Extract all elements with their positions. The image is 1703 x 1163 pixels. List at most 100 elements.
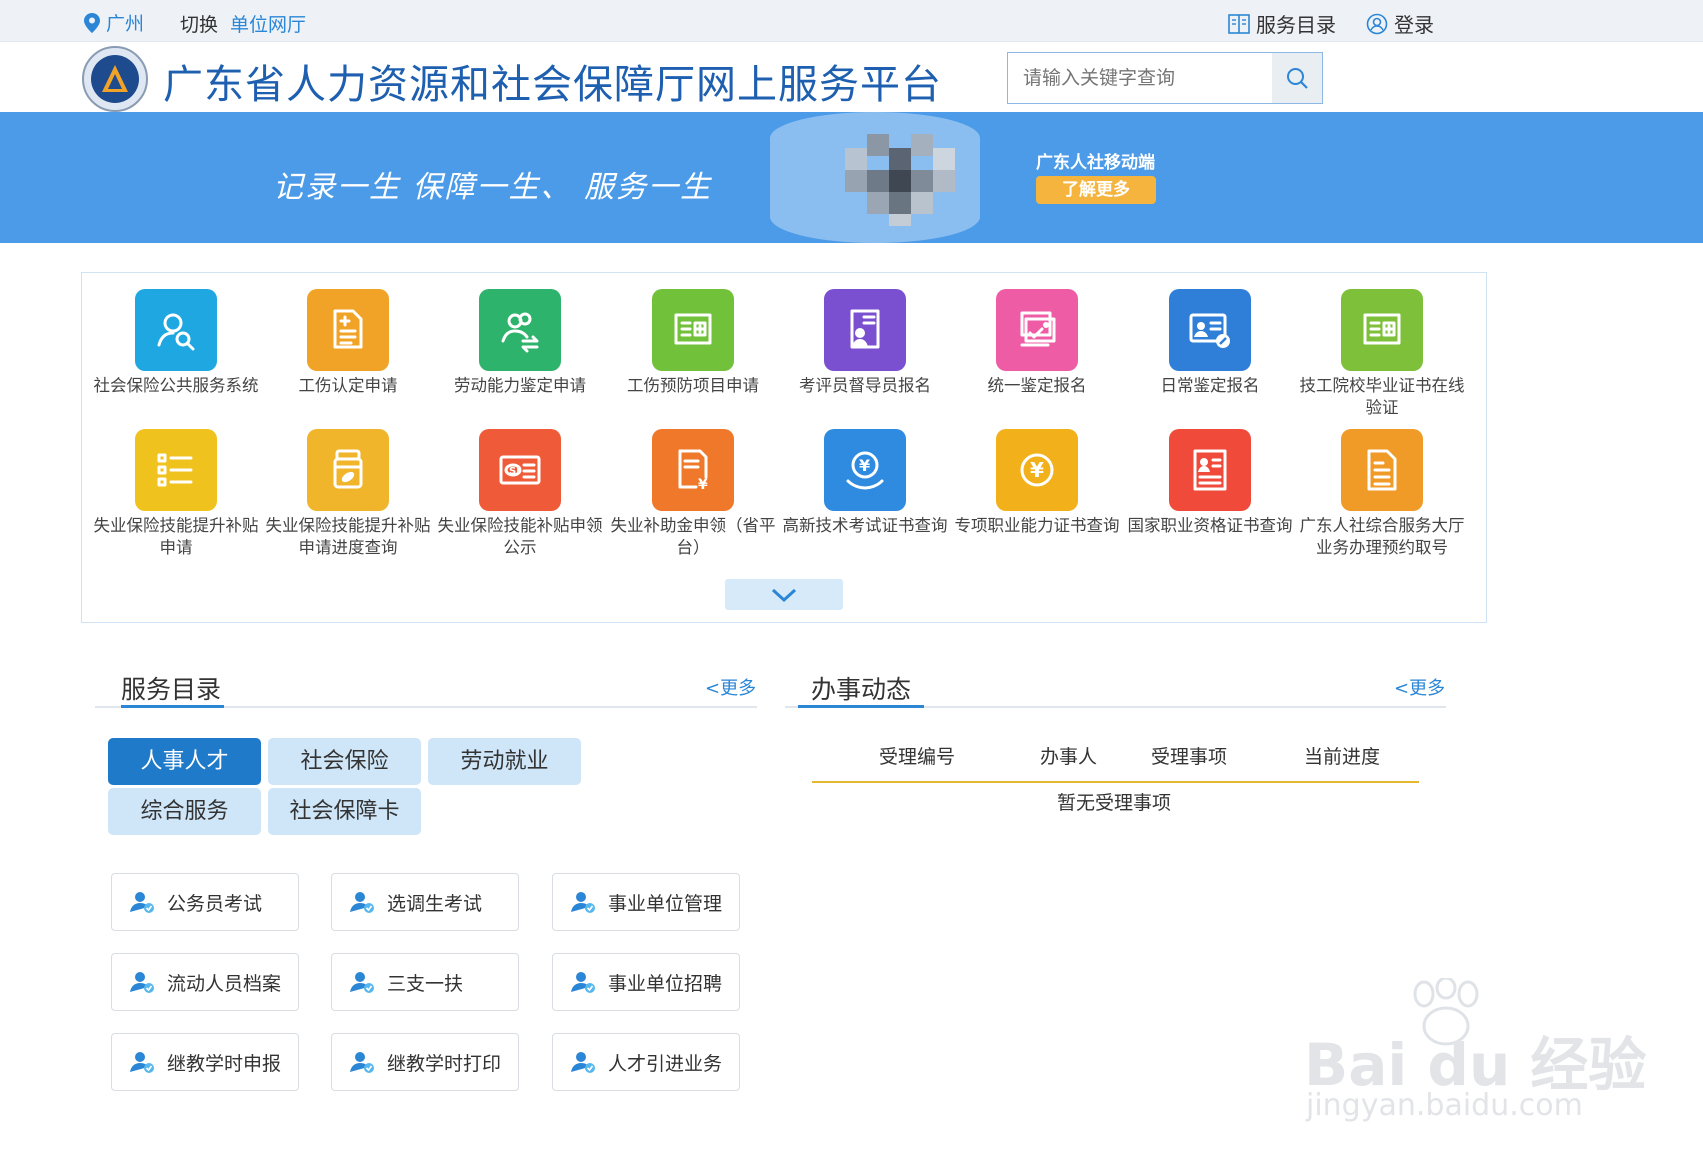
top-bar: 广州 切换 单位网厅 服务目录 登录 (0, 0, 1703, 42)
table-header-line (812, 781, 1419, 783)
expand-apps-button[interactable] (725, 579, 843, 610)
app-label: 失业补助金申领（省平台） (610, 516, 776, 557)
person-icon (130, 972, 154, 993)
app-label: 工伤预防项目申请 (627, 376, 759, 395)
service-item-button[interactable]: 选调生考试 (331, 873, 519, 931)
app-tile[interactable]: 劳动能力鉴定申请 (436, 289, 604, 397)
service-item-button[interactable]: 继教学时申报 (111, 1033, 299, 1091)
certificate-stack-icon (996, 289, 1078, 371)
service-item-button[interactable]: 人才引进业务 (552, 1033, 740, 1091)
switch-label: 切换 (180, 14, 219, 36)
document-lines-icon (1341, 429, 1423, 511)
column-header-applicant: 办事人 (1040, 746, 1098, 768)
service-directory-label: 服务目录 (1256, 13, 1336, 37)
dynamics-more-link[interactable]: <更多 (1394, 674, 1445, 700)
service-item-label: 三支一扶 (387, 972, 464, 995)
svg-text:¥: ¥ (1030, 458, 1044, 482)
app-tile[interactable]: 考评员督导员报名 (781, 289, 949, 397)
search-input[interactable] (1008, 53, 1272, 103)
dynamics-title: 办事动态 (811, 675, 912, 704)
site-title: 广东省人力资源和社会保障厅网上服务平台 (163, 62, 942, 108)
app-label: 工伤认定申请 (298, 376, 398, 395)
app-tile[interactable]: 工伤认定申请 (264, 289, 432, 397)
app-tile[interactable]: ¥ 高新技术考试证书查询 (781, 429, 949, 537)
app-label: 统一鉴定报名 (987, 376, 1087, 395)
svg-text:SI: SI (509, 466, 520, 477)
service-dir-more-link[interactable]: <更多 (705, 674, 756, 700)
location-selector[interactable]: 广州 (84, 9, 144, 36)
chevron-down-icon (771, 588, 797, 602)
yuan-circle-icon: ¥ (996, 429, 1078, 511)
svg-text:¥: ¥ (698, 477, 708, 493)
app-tile[interactable]: 失业保险技能提升补贴申请 (92, 429, 260, 559)
service-item-button[interactable]: 事业单位管理 (552, 873, 740, 931)
search-icon (1287, 68, 1308, 89)
service-item-label: 继教学时申报 (167, 1052, 282, 1075)
service-item-button[interactable]: 事业单位招聘 (552, 953, 740, 1011)
app-tile[interactable]: ¥ 专项职业能力证书查询 (953, 429, 1121, 537)
person-icon (130, 892, 154, 913)
app-tile[interactable]: 失业保险技能提升补贴申请进度查询 (264, 429, 432, 559)
app-label: 失业保险技能提升补贴申请进度查询 (265, 516, 431, 557)
page: 广州 切换 单位网厅 服务目录 登录 广东省人力资源和社会保障厅网上服务平台 记 (0, 0, 1703, 1163)
id-badge-icon (824, 289, 906, 371)
person-icon (350, 892, 374, 913)
directory-icon (1228, 13, 1250, 34)
app-label: 高新技术考试证书查询 (782, 516, 948, 535)
person-icon (130, 1052, 154, 1073)
search-box (1007, 52, 1323, 104)
service-item-label: 事业单位招聘 (608, 972, 723, 995)
banner-slogan: 记录一生 保障一生、 服务一生 (273, 170, 713, 205)
service-item-label: 公务员考试 (167, 892, 263, 915)
app-label: 失业保险技能提升补贴申请 (93, 516, 259, 557)
learn-more-button[interactable]: 了解更多 (1036, 176, 1156, 204)
service-dir-title: 服务目录 (121, 675, 222, 704)
search-button[interactable] (1272, 53, 1322, 103)
service-item-button[interactable]: 三支一扶 (331, 953, 519, 1011)
social-card-icon: SI (479, 429, 561, 511)
app-label: 考评员督导员报名 (799, 376, 931, 395)
service-item-button[interactable]: 公务员考试 (111, 873, 299, 931)
app-label: 日常鉴定报名 (1160, 376, 1260, 395)
app-tile[interactable]: 广东人社综合服务大厅业务办理预约取号 (1298, 429, 1466, 559)
column-header-number: 受理编号 (879, 746, 956, 768)
login-link[interactable]: 登录 (1366, 9, 1434, 38)
person-icon (571, 1052, 595, 1073)
dynamics-underline (798, 705, 924, 708)
tab-social-security-card[interactable]: 社会保障卡 (268, 788, 421, 835)
service-item-label: 人才引进业务 (608, 1052, 723, 1075)
unit-hall-link[interactable]: 单位网厅 (230, 10, 306, 37)
tab-general-services[interactable]: 综合服务 (108, 788, 261, 835)
id-card-edit-icon (1169, 289, 1251, 371)
tab-labor-employment[interactable]: 劳动就业 (428, 738, 581, 785)
app-tile[interactable]: 统一鉴定报名 (953, 289, 1121, 397)
yuan-hand-icon: ¥ (824, 429, 906, 511)
app-tile[interactable]: SI 失业保险技能补贴申领公示 (436, 429, 604, 559)
app-tile[interactable]: ¥ 失业补助金申领（省平台） (609, 429, 777, 559)
tab-personnel-talent[interactable]: 人事人才 (108, 738, 261, 785)
service-directory-link[interactable]: 服务目录 (1228, 9, 1336, 38)
checklist-icon (135, 429, 217, 511)
app-tile[interactable]: 国家职业资格证书查询 (1126, 429, 1294, 537)
site-header: 广东省人力资源和社会保障厅网上服务平台 (0, 42, 1703, 112)
pill-bottle-icon (307, 429, 389, 511)
empty-state-text: 暂无受理事项 (1057, 792, 1172, 814)
person-icon (350, 972, 374, 993)
app-tile[interactable]: 工伤预防项目申请 (609, 289, 777, 397)
service-item-button[interactable]: 流动人员档案 (111, 953, 299, 1011)
svg-text:¥: ¥ (859, 456, 870, 475)
app-tile[interactable]: 技工院校毕业证书在线验证 (1298, 289, 1466, 419)
user-search-icon (135, 289, 217, 371)
user-circle-icon (1366, 13, 1388, 34)
login-label: 登录 (1394, 13, 1434, 37)
users-transfer-icon (479, 289, 561, 371)
column-header-matter: 受理事项 (1151, 746, 1228, 768)
medical-list-icon (652, 289, 734, 371)
app-tile[interactable]: 社会保险公共服务系统 (92, 289, 260, 397)
tab-social-insurance[interactable]: 社会保险 (268, 738, 421, 785)
service-item-button[interactable]: 继教学时打印 (331, 1033, 519, 1091)
column-header-progress: 当前进度 (1304, 746, 1381, 768)
app-label: 社会保险公共服务系统 (93, 376, 259, 395)
app-tile[interactable]: 日常鉴定报名 (1126, 289, 1294, 397)
app-label: 广东人社综合服务大厅业务办理预约取号 (1299, 516, 1465, 557)
